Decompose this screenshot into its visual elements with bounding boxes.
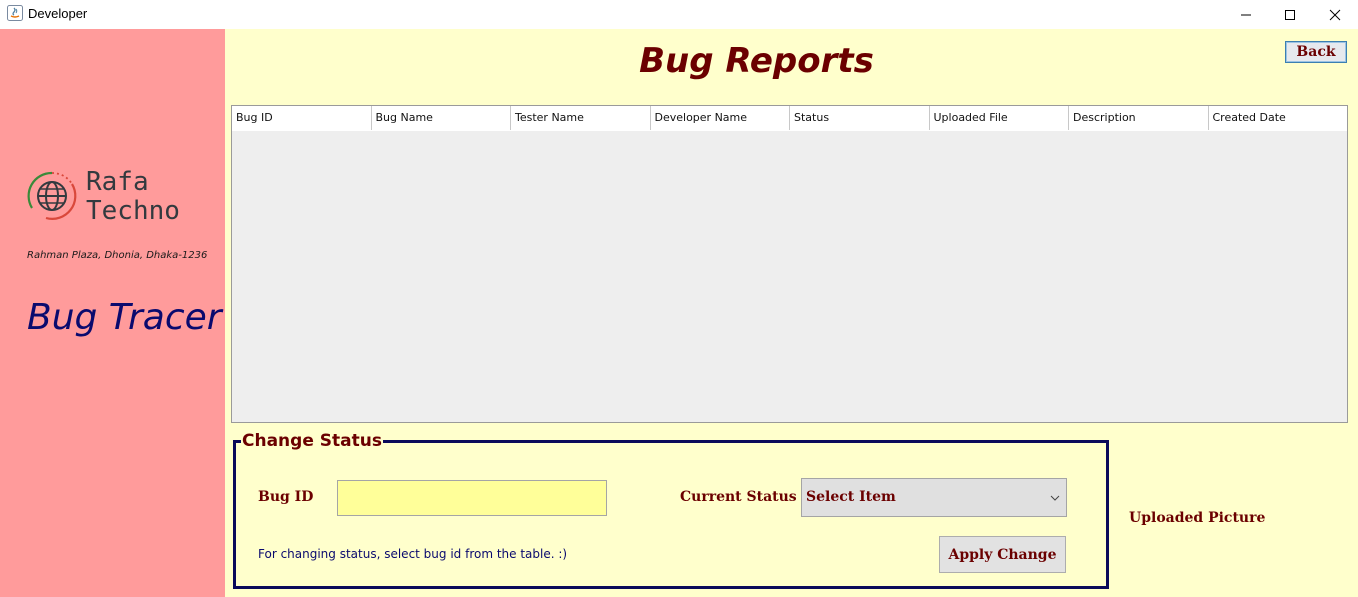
status-select[interactable]: Select Item xyxy=(801,478,1067,517)
java-icon xyxy=(7,5,23,21)
bug-id-input[interactable] xyxy=(337,480,607,516)
column-header-status[interactable]: Status xyxy=(790,106,930,130)
apply-change-button[interactable]: Apply Change xyxy=(939,536,1066,573)
brand-name-line1: Rafa xyxy=(86,167,149,197)
table-header: Bug ID Bug Name Tester Name Developer Na… xyxy=(232,106,1347,131)
back-button[interactable]: Back xyxy=(1285,41,1347,63)
change-status-panel: Change Status Bug ID Current Status Sele… xyxy=(233,431,1109,589)
uploaded-picture-label: Uploaded Picture xyxy=(1129,510,1266,526)
column-header-developer-name[interactable]: Developer Name xyxy=(651,106,790,130)
current-status-label: Current Status xyxy=(680,489,797,505)
bug-reports-table[interactable]: Bug ID Bug Name Tester Name Developer Na… xyxy=(231,105,1348,423)
column-header-created-date[interactable]: Created Date xyxy=(1209,106,1348,130)
main-panel: Bug Reports Back Bug ID Bug Name Tester … xyxy=(225,29,1358,597)
company-address: Rahman Plaza, Dhonia, Dhaka-1236 xyxy=(27,250,208,261)
close-icon xyxy=(1329,9,1341,20)
sidebar: Rafa Techno Rahman Plaza, Dhonia, Dhaka-… xyxy=(0,29,225,597)
column-header-bug-id[interactable]: Bug ID xyxy=(232,106,372,130)
column-header-uploaded-file[interactable]: Uploaded File xyxy=(930,106,1069,130)
minimize-icon xyxy=(1241,14,1251,15)
window-title: Developer xyxy=(28,6,88,21)
page-title: Bug Reports xyxy=(639,41,874,81)
maximize-button[interactable] xyxy=(1267,0,1313,29)
maximize-icon xyxy=(1285,9,1295,20)
status-select-value: Select Item xyxy=(806,489,896,505)
globe-logo-icon xyxy=(27,171,77,220)
change-status-legend: Change Status xyxy=(241,431,383,451)
window-titlebar: Developer xyxy=(0,0,1358,29)
bug-id-label: Bug ID xyxy=(258,489,314,505)
close-button[interactable] xyxy=(1312,0,1358,29)
column-header-bug-name[interactable]: Bug Name xyxy=(372,106,511,130)
minimize-button[interactable] xyxy=(1223,0,1269,29)
app-name: Bug Tracer xyxy=(27,297,222,338)
brand-name-line2: Techno xyxy=(86,196,180,226)
column-header-tester-name[interactable]: Tester Name xyxy=(511,106,651,130)
chevron-down-icon xyxy=(1050,495,1060,501)
status-hint: For changing status, select bug id from … xyxy=(258,547,568,561)
column-header-description[interactable]: Description xyxy=(1069,106,1209,130)
